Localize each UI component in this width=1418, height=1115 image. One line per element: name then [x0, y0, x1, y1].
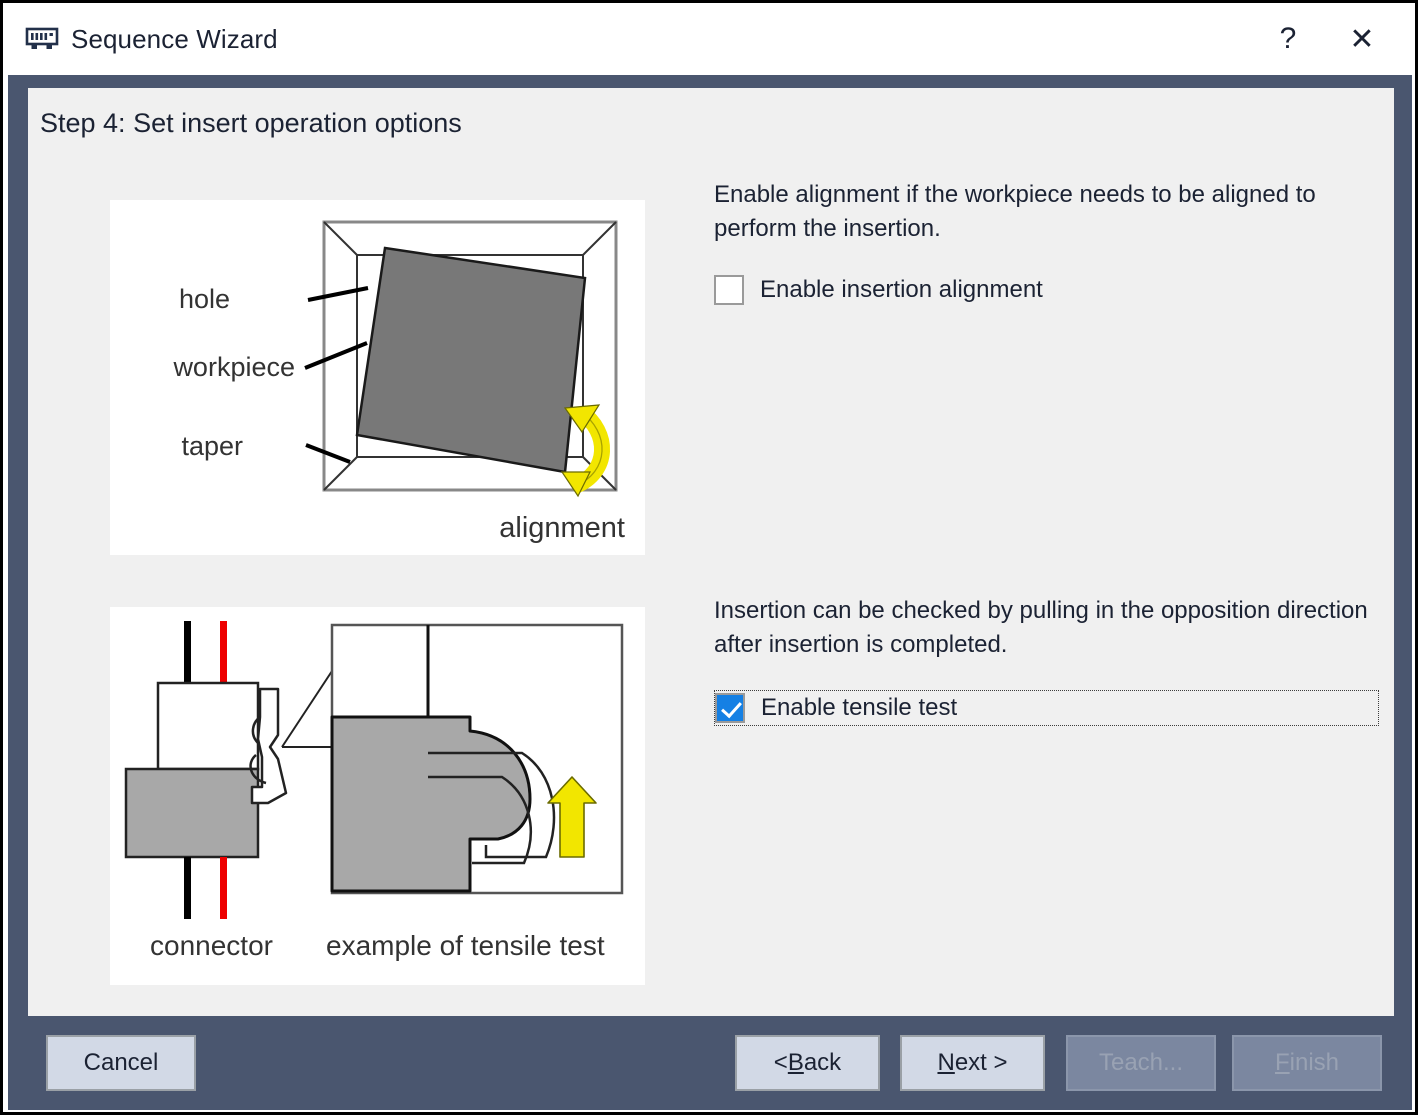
svg-text:hole: hole — [179, 284, 230, 314]
help-button[interactable]: ? — [1251, 3, 1325, 75]
back-prefix: < — [774, 1049, 788, 1077]
content-panel: Step 4: Set insert operation options — [28, 88, 1394, 1016]
options-column: Enable alignment if the workpiece needs … — [714, 88, 1384, 1016]
enable-insertion-alignment-checkbox[interactable] — [714, 275, 744, 305]
next-suffix: ext > — [955, 1049, 1008, 1077]
enable-tensile-test-checkbox-row[interactable]: Enable tensile test — [714, 690, 1379, 726]
window-title: Sequence Wizard — [71, 24, 278, 55]
svg-text:alignment: alignment — [499, 512, 625, 544]
dialog-frame: Step 4: Set insert operation options — [8, 75, 1412, 1110]
svg-text:connector: connector — [150, 930, 273, 961]
enable-insertion-alignment-label: Enable insertion alignment — [760, 276, 1043, 304]
page-title: Step 4: Set insert operation options — [40, 108, 462, 139]
svg-text:taper: taper — [181, 431, 243, 461]
enable-insertion-alignment-checkbox-row[interactable]: Enable insertion alignment — [714, 272, 1043, 308]
next-button[interactable]: Next > — [900, 1035, 1045, 1091]
tensile-description: Insertion can be checked by pulling in t… — [714, 594, 1374, 662]
back-button[interactable]: < Back — [735, 1035, 880, 1091]
tensile-test-diagram: connector example of tensile test — [110, 607, 645, 985]
next-mnemonic: N — [937, 1049, 954, 1077]
title-bar: Sequence Wizard ? ✕ — [3, 3, 1418, 75]
enable-tensile-test-label: Enable tensile test — [761, 694, 957, 722]
teach-button: Teach... — [1066, 1035, 1216, 1091]
sequence-wizard-window: Sequence Wizard ? ✕ Step 4: Set insert o… — [0, 0, 1418, 1115]
dialog-footer: Cancel < Back Next > Teach... Finish — [8, 1016, 1412, 1110]
enable-tensile-test-checkbox[interactable] — [715, 693, 745, 723]
finish-suffix: inish — [1290, 1049, 1339, 1077]
insertion-alignment-diagram: hole workpiece taper alignment — [110, 200, 645, 555]
back-suffix: ack — [804, 1049, 841, 1077]
finish-mnemonic: F — [1275, 1049, 1290, 1077]
close-button[interactable]: ✕ — [1325, 3, 1399, 75]
memory-module-icon — [25, 22, 59, 56]
back-mnemonic: B — [788, 1049, 804, 1077]
cancel-button[interactable]: Cancel — [46, 1035, 196, 1091]
svg-text:example of tensile test: example of tensile test — [326, 930, 605, 961]
finish-button: Finish — [1232, 1035, 1382, 1091]
svg-text:workpiece: workpiece — [172, 352, 295, 382]
alignment-description: Enable alignment if the workpiece needs … — [714, 178, 1374, 246]
